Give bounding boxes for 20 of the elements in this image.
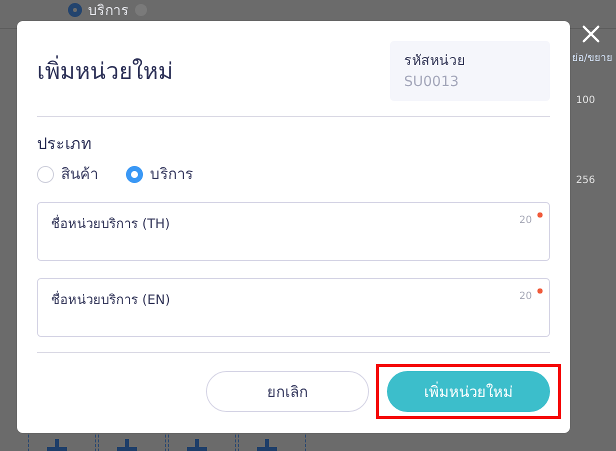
character-count: 256 bbox=[576, 175, 596, 186]
character-count: 20 bbox=[519, 215, 532, 226]
toggle-link[interactable]: ย่อ/ขยาย bbox=[572, 50, 612, 65]
radio-label: บริการ bbox=[88, 2, 129, 21]
radio-label: บริการ bbox=[150, 164, 193, 185]
radio-button[interactable] bbox=[126, 166, 143, 182]
cancel-button[interactable]: ยกเลิก bbox=[206, 371, 369, 412]
field-placeholder: ชื่อหน่วยบริการ (EN) bbox=[51, 293, 170, 308]
text-field[interactable]: ชื่อหน่วยบริการ (TH) 20 bbox=[37, 202, 550, 261]
code-value: SU0013 bbox=[404, 74, 460, 90]
character-count: 20 bbox=[519, 291, 532, 302]
type-label: ประเภท bbox=[37, 133, 93, 155]
radio-button[interactable] bbox=[68, 3, 82, 17]
field-placeholder: ชื่อหน่วยบริการ (TH) bbox=[51, 217, 170, 232]
code-label: รหัสหน่วย bbox=[404, 52, 466, 71]
radio-label: สินค้า bbox=[61, 164, 98, 185]
character-count: 100 bbox=[576, 95, 596, 106]
dialog-title: เพิ่มหน่วยใหม่ bbox=[37, 53, 173, 89]
text-field[interactable]: ชื่อหน่วยบริการ (EN) 20 bbox=[37, 278, 550, 337]
close-icon[interactable] bbox=[582, 25, 600, 43]
